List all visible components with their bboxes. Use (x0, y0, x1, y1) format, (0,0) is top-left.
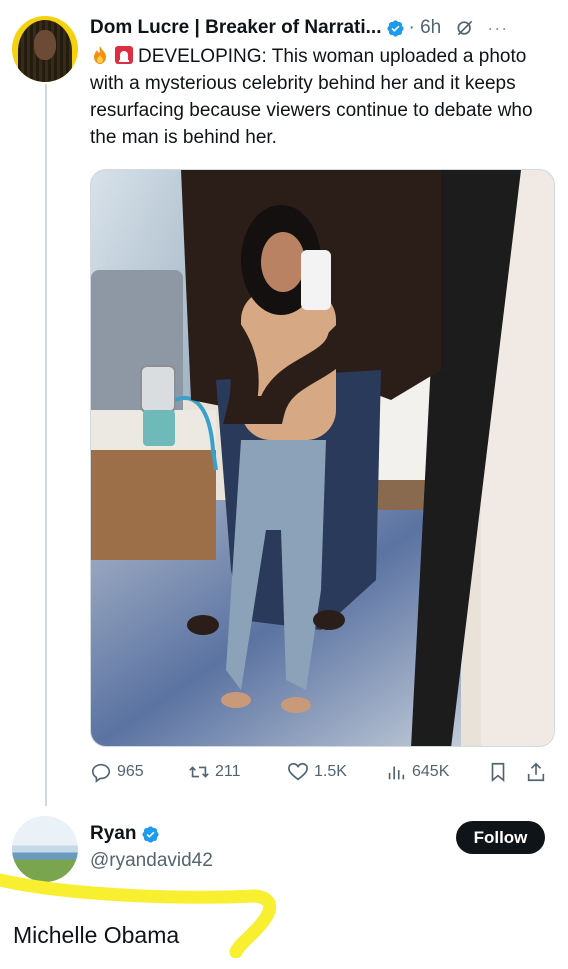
repost-button[interactable]: 211 (188, 761, 287, 783)
more-options-icon[interactable]: ··· (487, 18, 508, 39)
tweet-action-bar: 965 211 1.5K 645K (90, 758, 560, 786)
thread-connector (45, 84, 47, 806)
tweet-header: Dom Lucre | Breaker of Narrati... · 6h ·… (90, 14, 560, 42)
author-name[interactable]: Dom Lucre | Breaker of Narrati... (90, 17, 381, 39)
bookmark-button[interactable] (487, 761, 525, 783)
share-icon (527, 762, 545, 782)
reply-count: 965 (117, 763, 144, 780)
repost-icon (189, 766, 209, 778)
grok-icon[interactable] (455, 18, 475, 38)
like-button[interactable]: 1.5K (287, 761, 385, 783)
tweet-text: DEVELOPING: This woman uploaded a photo … (90, 46, 533, 148)
reply-text: Michelle Obama (13, 922, 180, 948)
fire-emoji-icon (94, 46, 106, 64)
tweet-time[interactable]: · 6h (408, 17, 441, 39)
bookmark-icon (491, 762, 505, 783)
mirror-selfie-image (91, 170, 554, 746)
like-count: 1.5K (314, 763, 347, 780)
author-avatar[interactable] (12, 16, 78, 82)
reply-author-name: Ryan (90, 823, 137, 844)
view-count: 645K (412, 763, 450, 780)
follow-button[interactable]: Follow (456, 821, 545, 854)
share-button[interactable] (525, 761, 555, 783)
reply-button[interactable]: 965 (90, 761, 188, 783)
analytics-icon (388, 766, 405, 780)
verified-badge-icon (142, 825, 160, 843)
tweet-body: DEVELOPING: This woman uploaded a photo … (90, 43, 552, 151)
repost-count: 211 (215, 763, 241, 780)
siren-emoji-icon (115, 46, 133, 64)
heart-icon (288, 762, 308, 781)
verified-badge-icon (387, 19, 405, 37)
tweet-photo[interactable] (90, 169, 555, 747)
reply-icon (91, 763, 111, 783)
views-button[interactable]: 645K (385, 761, 487, 783)
reply-author-name-row[interactable]: Ryan (90, 823, 160, 845)
